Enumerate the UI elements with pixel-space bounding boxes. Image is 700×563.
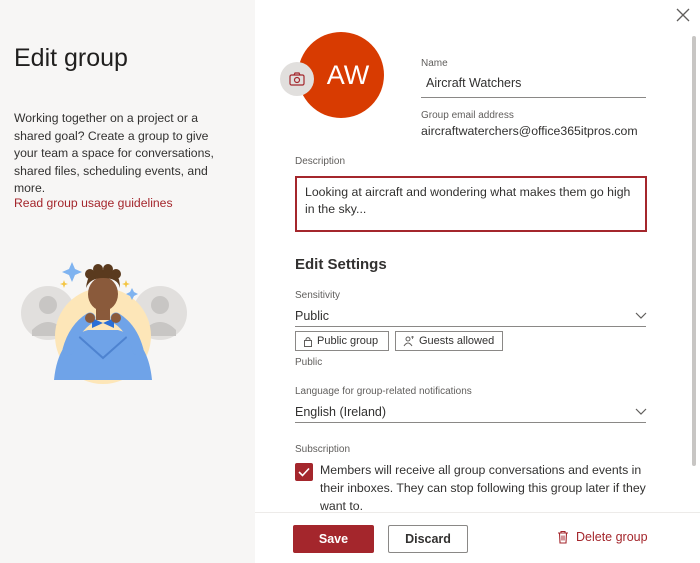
sensitivity-label: Sensitivity (295, 290, 341, 301)
guests-allowed-label: Guests allowed (419, 335, 495, 347)
guidelines-link[interactable]: Read group usage guidelines (14, 196, 173, 210)
change-photo-button[interactable] (280, 62, 314, 96)
chevron-down-icon[interactable] (635, 312, 647, 320)
privacy-text: Public (295, 357, 323, 368)
edit-form-panel: AW Name Aircraft Watchers Group email ad… (255, 0, 700, 563)
camera-icon (289, 72, 305, 86)
subscription-text: Members will receive all group conversat… (320, 463, 646, 513)
chevron-down-icon[interactable] (635, 408, 647, 416)
subscription-label: Subscription (295, 444, 351, 455)
discard-button[interactable]: Discard (388, 525, 468, 553)
people-illustration (21, 262, 187, 384)
info-panel: Edit group Working together on a project… (0, 0, 255, 563)
checkmark-icon (298, 467, 310, 477)
email-value: aircraftwaterchers@office365itpros.com (421, 124, 638, 138)
name-field[interactable]: Aircraft Watchers (426, 76, 521, 90)
public-group-label: Public group (317, 335, 379, 347)
guest-icon (403, 335, 414, 346)
page-title: Edit group (14, 44, 128, 72)
delete-group-label: Delete group (576, 530, 648, 544)
name-label: Name (421, 58, 448, 69)
email-label: Group email address (421, 110, 514, 121)
language-label: Language for group-related notifications (295, 386, 472, 397)
sensitivity-dropdown[interactable]: Public (295, 309, 329, 323)
description-label: Description (295, 156, 346, 167)
delete-group-button[interactable]: Delete group (557, 530, 648, 544)
guests-allowed-pill[interactable]: Guests allowed (395, 331, 503, 351)
trash-icon (558, 530, 568, 544)
sensitivity-underline (295, 326, 646, 327)
close-icon[interactable] (672, 4, 694, 26)
lock-icon (304, 336, 312, 347)
language-underline (295, 422, 646, 423)
save-button[interactable]: Save (293, 525, 374, 553)
scrollbar[interactable] (692, 36, 696, 466)
footer: Save Discard Delete group (255, 513, 700, 563)
group-avatar: AW (280, 32, 384, 118)
subscription-checkbox[interactable] (295, 463, 313, 481)
public-group-pill[interactable]: Public group (295, 331, 389, 351)
panel-description: Working together on a project or a share… (14, 111, 214, 195)
language-dropdown[interactable]: English (Ireland) (295, 405, 386, 419)
name-underline (421, 97, 646, 98)
description-field[interactable]: Looking at aircraft and wondering what m… (295, 176, 647, 232)
settings-heading: Edit Settings (295, 256, 387, 273)
